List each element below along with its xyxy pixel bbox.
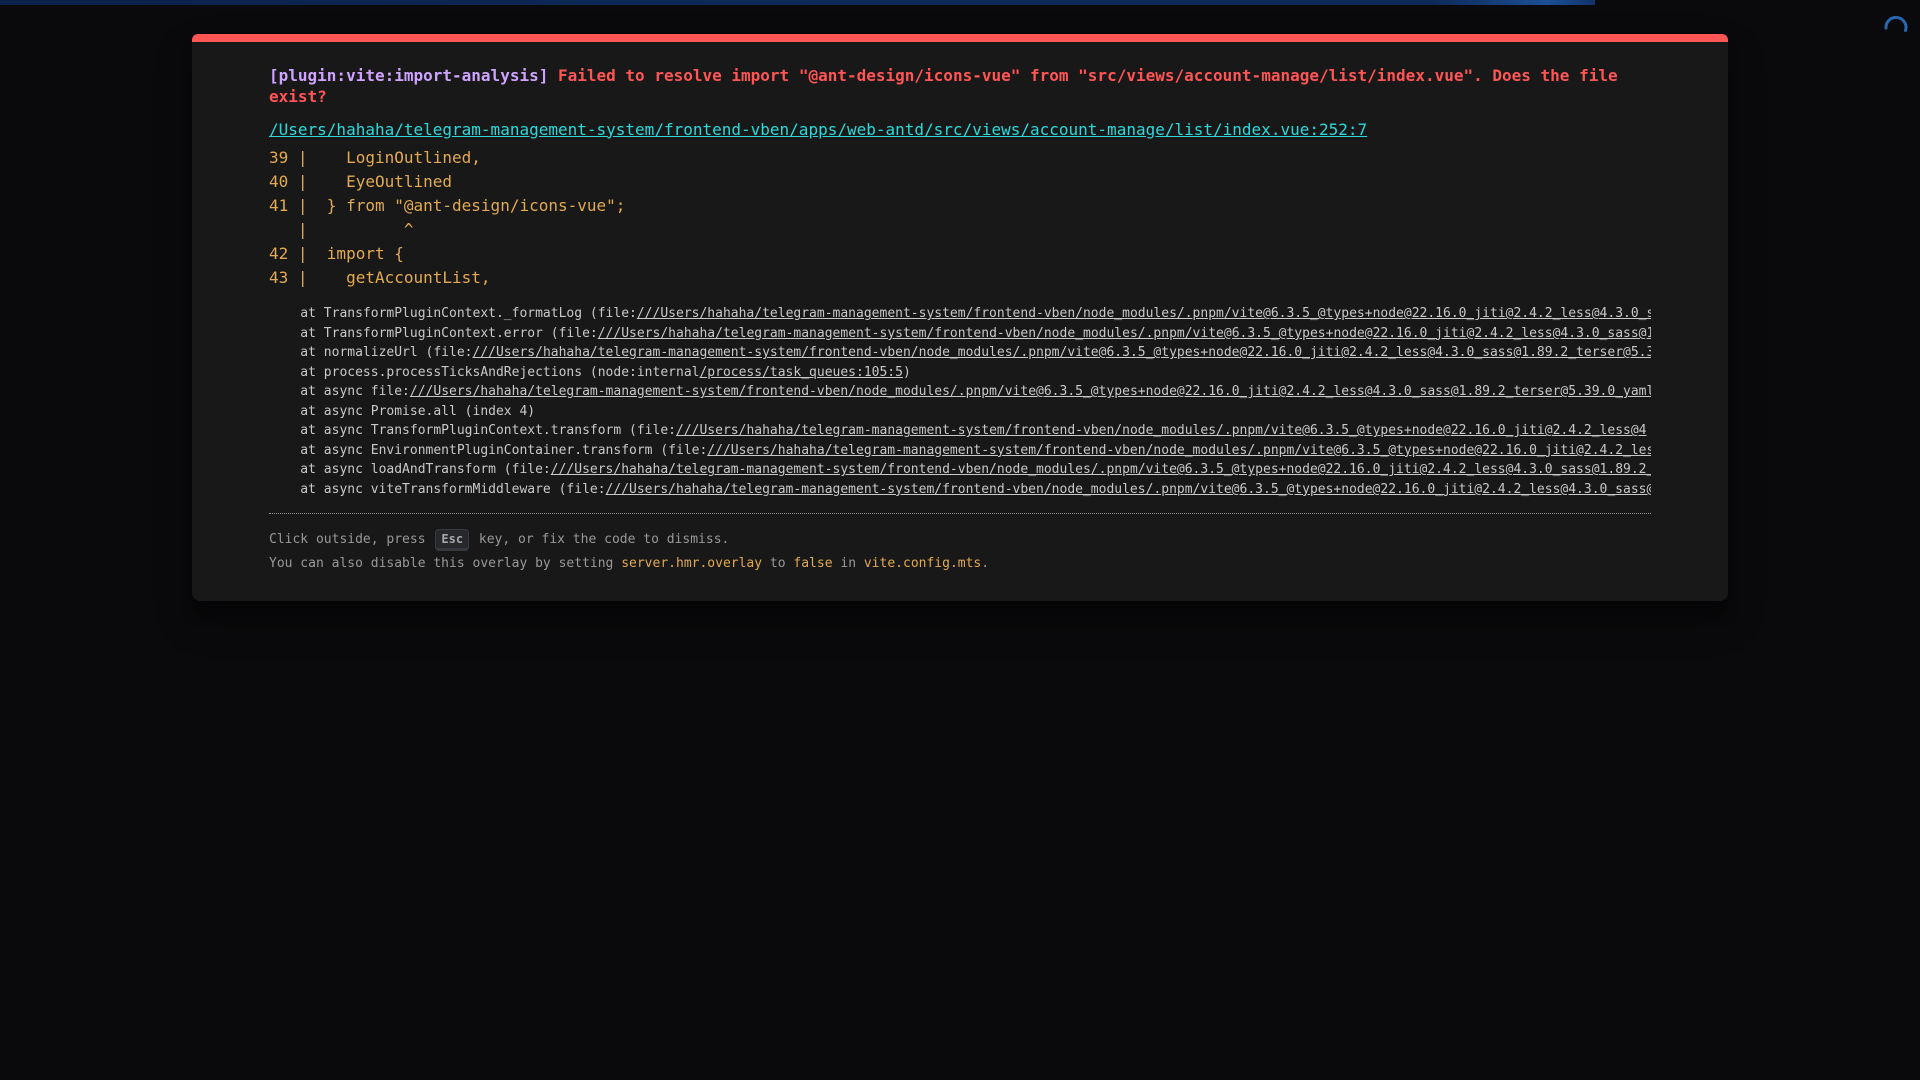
- error-message: [plugin:vite:import-analysis] Failed to …: [269, 66, 1651, 108]
- tip-text: .: [981, 555, 990, 571]
- stack-line: at async Promise.all (index 4): [269, 402, 1651, 422]
- stack-text: at async EnvironmentPluginContainer.tran…: [269, 442, 708, 458]
- stack-file-link[interactable]: ///Users/hahaha/telegram-management-syst…: [410, 384, 1651, 399]
- stack-text: at TransformPluginContext._formatLog (fi…: [269, 306, 637, 322]
- stack-text: at TransformPluginContext.error (file:: [269, 325, 598, 341]
- tip-text: key, or fix the code to dismiss.: [471, 532, 730, 548]
- stack-file-link[interactable]: ///Users/hahaha/telegram-management-syst…: [707, 443, 1651, 458]
- stack-text: at normalizeUrl (file:: [269, 345, 473, 361]
- config-code-token: vite.config.mts: [863, 555, 982, 571]
- stack-text: at process.processTicksAndRejections (no…: [269, 364, 700, 380]
- tip-text: You can also disable this overlay by set…: [269, 555, 622, 571]
- stack-file-link[interactable]: ///Users/hahaha/telegram-management-syst…: [473, 345, 1652, 360]
- stack-text: at async TransformPluginContext.transfor…: [269, 423, 676, 439]
- code-frame: 39 | LoginOutlined, 40 | EyeOutlined 41 …: [269, 148, 626, 288]
- tip-dismiss-line: Click outside, press Esc key, or fix the…: [269, 528, 1651, 552]
- stack-line: at async file:///Users/hahaha/telegram-m…: [269, 382, 1651, 402]
- stack-text: at async Promise.all (index 4): [269, 403, 536, 419]
- stack-line: at process.processTicksAndRejections (no…: [269, 363, 1651, 383]
- tip-text: Click outside, press: [269, 532, 434, 548]
- stack-line: at TransformPluginContext._formatLog (fi…: [269, 304, 1651, 324]
- tip-config-line: You can also disable this overlay by set…: [269, 552, 1651, 575]
- esc-key-chip: Esc: [435, 529, 470, 552]
- error-file-row: /Users/hahaha/telegram-management-system…: [269, 120, 1651, 141]
- stack-text: ): [902, 364, 911, 380]
- config-code-token: false: [793, 555, 833, 571]
- stack-file-link[interactable]: ///Users/hahaha/telegram-management-syst…: [676, 423, 1647, 438]
- stack-line: at async loadAndTransform (file:///Users…: [269, 460, 1651, 480]
- stack-line: at TransformPluginContext.error (file://…: [269, 324, 1651, 344]
- stack-file-link[interactable]: ///Users/hahaha/telegram-management-syst…: [637, 306, 1651, 321]
- error-overlay-backdrop[interactable]: [plugin:vite:import-analysis] Failed to …: [0, 0, 1920, 1080]
- stack-file-link[interactable]: ///Users/hahaha/telegram-management-syst…: [598, 326, 1651, 341]
- tip-text: to: [762, 555, 794, 571]
- plugin-tag: [plugin:vite:import-analysis]: [269, 66, 549, 85]
- dismiss-tip: Click outside, press Esc key, or fix the…: [269, 513, 1651, 575]
- stack-trace: at TransformPluginContext._formatLog (fi…: [269, 304, 1651, 499]
- config-code-token: server.hmr.overlay: [621, 555, 763, 571]
- stack-line: at async EnvironmentPluginContainer.tran…: [269, 441, 1651, 461]
- stack-text: at async loadAndTransform (file:: [269, 462, 551, 478]
- stack-file-link[interactable]: /process/task_queues:105:5: [699, 365, 903, 380]
- vite-error-overlay-window: [plugin:vite:import-analysis] Failed to …: [192, 34, 1728, 602]
- stack-text: at async file:: [269, 384, 410, 400]
- stack-text: at async viteTransformMiddleware (file:: [269, 481, 606, 497]
- stack-line: at normalizeUrl (file:///Users/hahaha/te…: [269, 343, 1651, 363]
- stack-file-link[interactable]: ///Users/hahaha/telegram-management-syst…: [551, 462, 1651, 477]
- stack-line: at async TransformPluginContext.transfor…: [269, 421, 1651, 441]
- error-file-link[interactable]: /Users/hahaha/telegram-management-system…: [269, 120, 1367, 139]
- tip-text: in: [832, 555, 864, 571]
- stack-file-link[interactable]: ///Users/hahaha/telegram-management-syst…: [606, 482, 1651, 497]
- stack-line: at async viteTransformMiddleware (file:/…: [269, 480, 1651, 500]
